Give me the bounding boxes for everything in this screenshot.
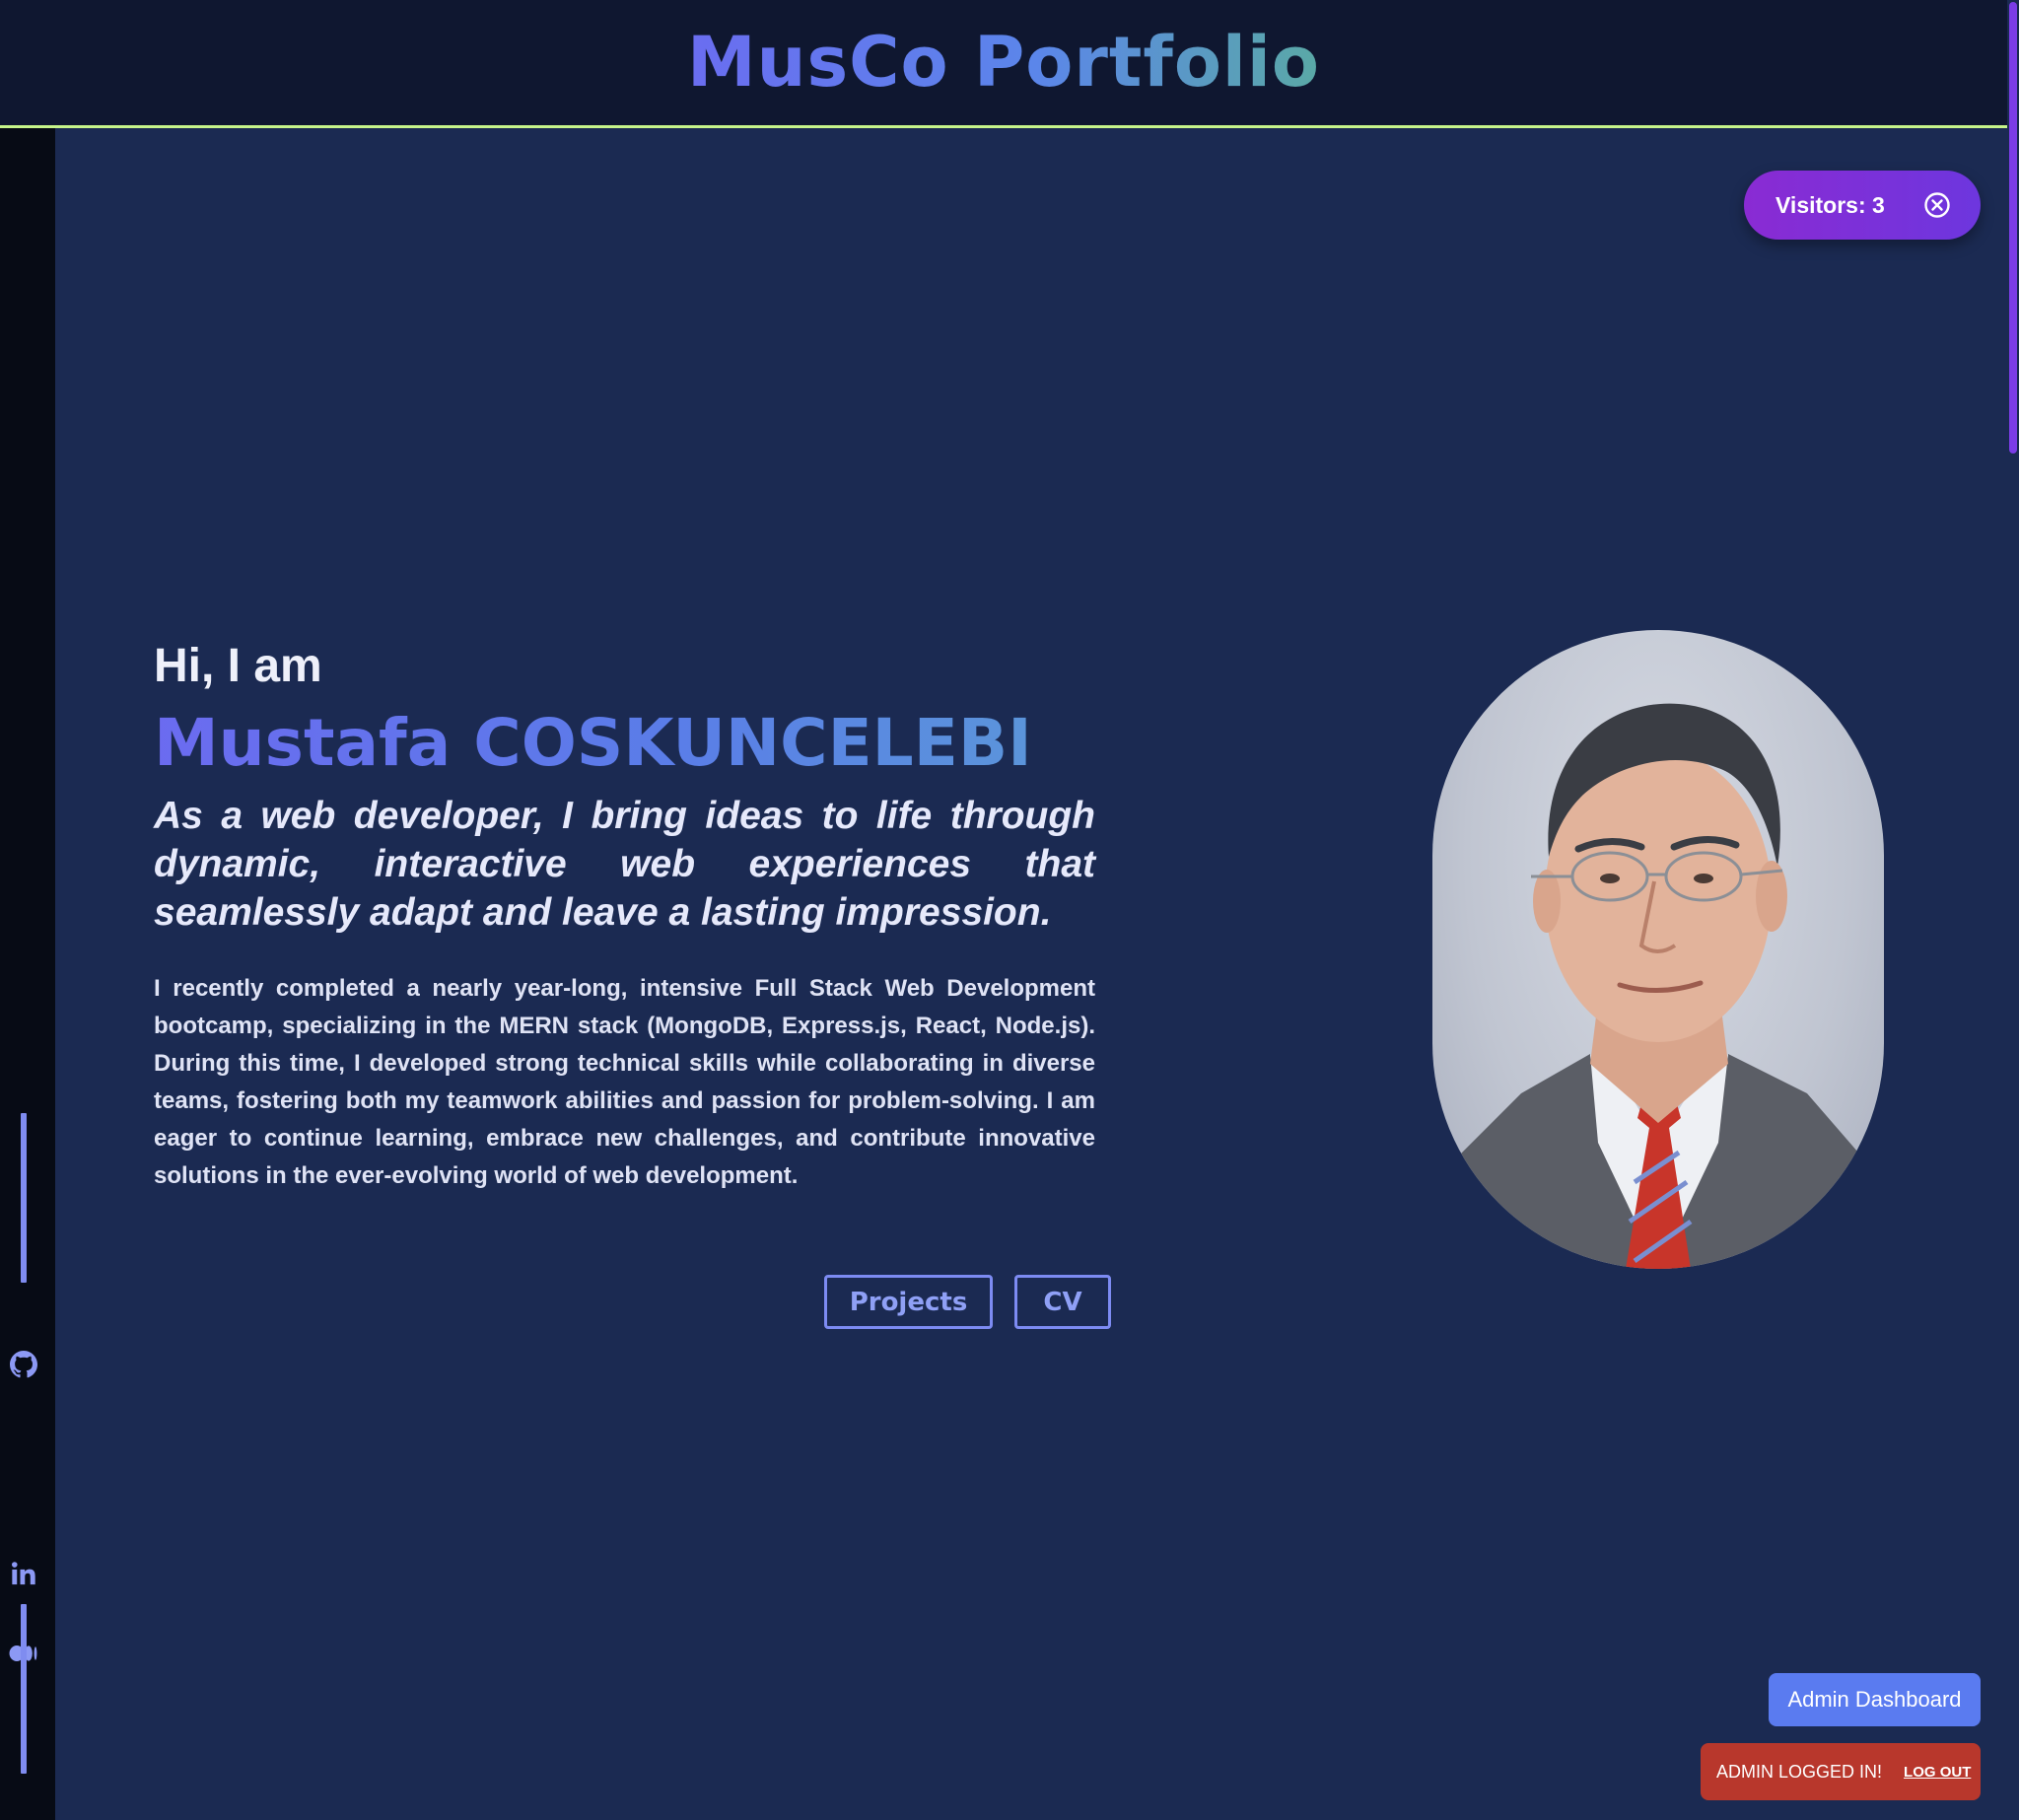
hero-bio: I recently completed a nearly year-long,… [154,975,1095,1189]
hero-tagline: As a web developer, I bring ideas to lif… [154,795,1095,934]
sidebar-divider-bottom [21,1604,27,1774]
site-title[interactable]: MusCo Portfolio [687,22,1320,103]
github-icon[interactable] [9,1350,38,1379]
hero-actions: Projects CV [824,1275,1111,1329]
social-sidebar [0,128,55,1820]
profile-photo [1432,630,1884,1269]
scrollbar-thumb[interactable] [2009,2,2017,454]
projects-button[interactable]: Projects [824,1275,993,1329]
scrollbar[interactable] [2007,0,2019,1820]
sidebar-divider-top [21,1113,27,1283]
admin-status-banner: ADMIN LOGGED IN! LOG OUT [1701,1743,1981,1800]
admin-dashboard-button[interactable]: Admin Dashboard [1769,1673,1981,1726]
close-circle-icon[interactable] [1923,191,1951,219]
cv-button[interactable]: CV [1014,1275,1111,1329]
hero-intro: Hi, I am Mustafa COSKUNCELEBI As a web d… [154,638,1095,1195]
site-header: MusCo Portfolio [0,0,2007,128]
linkedin-icon[interactable] [9,1559,38,1588]
admin-status-text: ADMIN LOGGED IN! [1716,1761,1883,1782]
visitor-counter: Visitors: 3 [1744,171,1981,240]
logout-button[interactable]: LOG OUT [1904,1764,1971,1781]
hero-name: Mustafa COSKUNCELEBI [154,701,1095,786]
greeting-text: Hi, I am [154,640,322,692]
visitor-count-label: Visitors: 3 [1775,191,1885,218]
